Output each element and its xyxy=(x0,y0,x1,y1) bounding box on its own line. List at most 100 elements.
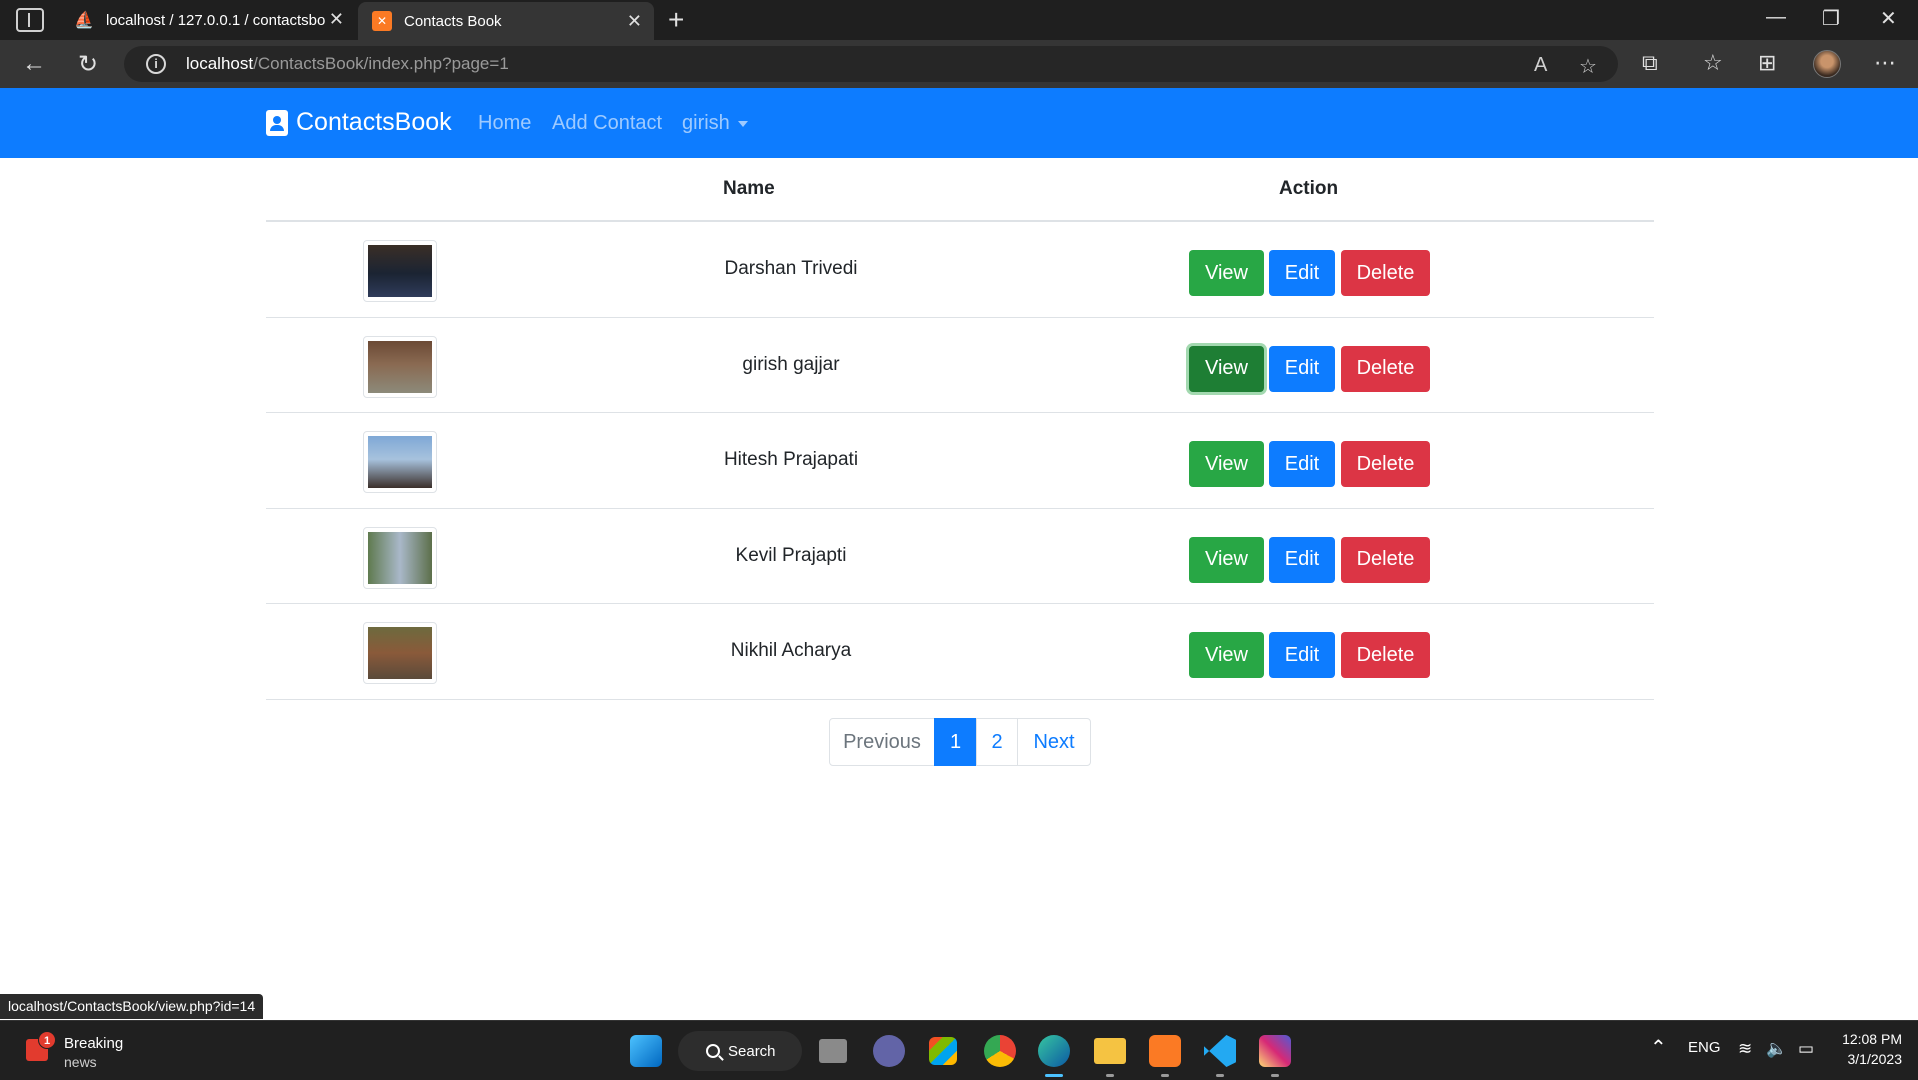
task-view-icon[interactable] xyxy=(819,1039,847,1063)
news-title: Breaking xyxy=(64,1035,124,1052)
active-app-indicator xyxy=(1045,1074,1063,1077)
nav-home[interactable]: Home xyxy=(478,112,531,135)
close-tab-icon[interactable]: ✕ xyxy=(329,9,344,30)
delete-button[interactable]: Delete xyxy=(1341,250,1430,296)
restore-icon[interactable]: ❐ xyxy=(1822,6,1840,31)
table-row: Nikhil Acharya View Edit Delete xyxy=(266,604,1654,700)
contact-photo xyxy=(363,526,437,589)
table-row: Kevil Prajapti View Edit Delete xyxy=(266,509,1654,604)
tab-title: Contacts Book xyxy=(404,12,502,30)
link-status-bar: localhost/ContactsBook/view.php?id=14 xyxy=(0,994,264,1019)
more-options-icon[interactable]: ⋯ xyxy=(1874,50,1896,76)
chevron-up-icon[interactable]: ⌃ xyxy=(1650,1035,1667,1060)
contact-name: Nikhil Acharya xyxy=(730,640,852,661)
back-icon[interactable]: ← xyxy=(22,50,46,78)
minimize-icon[interactable]: — xyxy=(1766,6,1786,29)
news-subtitle: news xyxy=(64,1054,97,1070)
contact-book-icon xyxy=(266,109,288,136)
edit-button[interactable]: Edit xyxy=(1269,536,1335,583)
view-button[interactable]: View xyxy=(1189,441,1264,487)
delete-button[interactable]: Delete xyxy=(1341,345,1430,392)
refresh-icon[interactable]: ↻ xyxy=(78,50,98,79)
wifi-icon[interactable]: ≋ xyxy=(1738,1039,1752,1059)
edit-button[interactable]: Edit xyxy=(1269,345,1335,392)
contact-name: girish gajjar xyxy=(742,353,840,375)
news-badge: 1 xyxy=(38,1031,56,1049)
tab-title: localhost / 127.0.0.1 / contactsbo xyxy=(106,11,326,29)
view-button[interactable]: View xyxy=(1189,345,1264,392)
page-next[interactable]: Next xyxy=(1017,718,1091,766)
delete-button[interactable]: Delete xyxy=(1341,441,1430,487)
contacts-table: Name Action Darshan Trivedi View Edit De… xyxy=(266,158,1654,700)
address-bar[interactable]: i localhost/ContactsBook/index.php?page=… xyxy=(124,46,1618,82)
page-1[interactable]: 1 xyxy=(934,718,977,766)
edit-button[interactable]: Edit xyxy=(1269,250,1335,296)
xampp-icon[interactable] xyxy=(1149,1035,1181,1067)
delete-button[interactable]: Delete xyxy=(1341,632,1430,678)
header-name: Name xyxy=(723,178,775,199)
contact-photo xyxy=(363,622,437,684)
nav-add-contact[interactable]: Add Contact xyxy=(552,112,662,135)
page-previous: Previous xyxy=(829,718,935,766)
tab-actions-icon[interactable] xyxy=(16,8,44,32)
system-clock[interactable]: 12:08 PM 3/1/2023 xyxy=(1832,1029,1902,1069)
contact-photo xyxy=(363,335,437,398)
store-icon[interactable] xyxy=(929,1037,957,1065)
address-url[interactable]: localhost/ContactsBook/index.php?page=1 xyxy=(186,54,509,74)
app-indicator xyxy=(1216,1074,1224,1077)
windows-taskbar: 1 Breaking news Search ⌃ ENG ≋ 🔈 ▭ 12:08… xyxy=(0,1020,1918,1080)
browser-toolbar: ← ↻ i localhost/ContactsBook/index.php?p… xyxy=(0,40,1918,88)
favorites-icon[interactable]: ☆ xyxy=(1703,50,1723,76)
vscode-icon[interactable] xyxy=(1204,1035,1236,1067)
battery-icon[interactable]: ▭ xyxy=(1798,1039,1814,1059)
contact-name: Kevil Prajapti xyxy=(735,544,847,566)
pagination: Previous 1 2 Next xyxy=(829,718,1091,766)
close-window-icon[interactable]: ✕ xyxy=(1880,6,1897,31)
edit-button[interactable]: Edit xyxy=(1269,632,1335,678)
edge-icon[interactable] xyxy=(1038,1035,1070,1067)
new-tab-icon[interactable]: + xyxy=(668,4,684,36)
app-indicator xyxy=(1161,1074,1169,1077)
instagram-icon[interactable] xyxy=(1259,1035,1291,1067)
page-2[interactable]: 2 xyxy=(976,718,1018,766)
delete-button[interactable]: Delete xyxy=(1341,536,1430,583)
view-button[interactable]: View xyxy=(1189,536,1264,583)
view-button[interactable]: View xyxy=(1189,632,1264,678)
start-icon[interactable] xyxy=(630,1035,662,1067)
clock-time: 12:08 PM xyxy=(1842,1031,1902,1047)
extensions-icon[interactable]: ⧉ xyxy=(1642,50,1658,76)
language-indicator[interactable]: ENG xyxy=(1688,1039,1721,1056)
taskbar-search[interactable]: Search xyxy=(678,1031,802,1071)
chrome-icon[interactable] xyxy=(984,1035,1016,1067)
table-row: girish gajjar View Edit Delete xyxy=(266,318,1654,413)
news-widget[interactable]: 1 Breaking news xyxy=(24,1031,164,1071)
add-favorite-icon[interactable]: ☆ xyxy=(1579,54,1597,79)
site-info-icon[interactable]: i xyxy=(146,54,166,74)
volume-icon[interactable]: 🔈 xyxy=(1766,1039,1787,1059)
app-navbar: ContactsBook Home Add Contact girish xyxy=(0,88,1918,158)
edit-button[interactable]: Edit xyxy=(1269,441,1335,487)
app-indicator xyxy=(1106,1074,1114,1077)
xampp-favicon-icon: ✕ xyxy=(372,11,392,31)
tab-phpmyadmin[interactable]: ⛵ localhost / 127.0.0.1 / contactsbo ✕ xyxy=(60,0,356,40)
clock-date: 3/1/2023 xyxy=(1847,1051,1903,1067)
phpmyadmin-favicon-icon: ⛵ xyxy=(74,12,94,29)
nav-user-dropdown[interactable]: girish xyxy=(682,112,748,135)
table-row: Hitesh Prajapati View Edit Delete xyxy=(266,413,1654,509)
search-label: Search xyxy=(728,1042,776,1060)
table-row: Darshan Trivedi View Edit Delete xyxy=(266,222,1654,318)
tab-contacts-book[interactable]: ✕ Contacts Book ✕ xyxy=(358,2,654,40)
file-explorer-icon[interactable] xyxy=(1094,1038,1126,1064)
brand-name: ContactsBook xyxy=(296,108,452,136)
search-icon xyxy=(706,1044,720,1058)
profile-avatar[interactable] xyxy=(1813,50,1841,78)
table-header: Name Action xyxy=(266,158,1654,222)
close-tab-icon[interactable]: ✕ xyxy=(627,11,642,32)
collections-icon[interactable]: ⊞ xyxy=(1758,50,1776,76)
app-indicator xyxy=(1271,1074,1279,1077)
caret-down-icon xyxy=(737,120,748,127)
chat-icon[interactable] xyxy=(873,1035,905,1067)
view-button[interactable]: View xyxy=(1189,250,1264,296)
read-aloud-icon[interactable]: A xyxy=(1534,54,1547,77)
brand-link[interactable]: ContactsBook xyxy=(266,108,452,137)
